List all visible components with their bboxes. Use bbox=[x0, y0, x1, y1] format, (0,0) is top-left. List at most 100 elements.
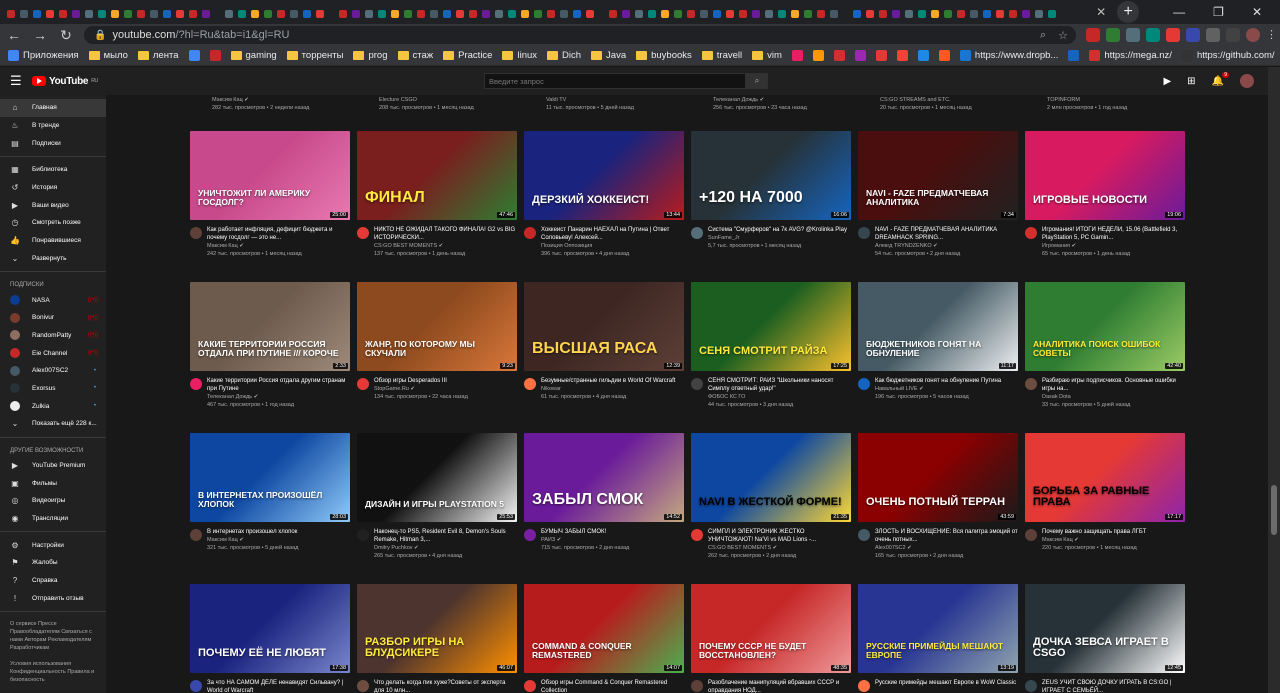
video-thumbnail[interactable]: ЖАНР, ПО КОТОРОМУ МЫ СКУЧАЛИ 9:23 bbox=[357, 282, 517, 371]
channel-avatar[interactable] bbox=[524, 529, 536, 541]
browser-tab[interactable] bbox=[82, 4, 95, 24]
sidebar-item-trending[interactable]: ♨ В тренде bbox=[0, 117, 106, 135]
video-thumbnail[interactable]: РУССКИЕ ПРИМЕЙДЫ МЕШАЮТ ЕВРОПЕ 13:19 bbox=[858, 584, 1018, 673]
subscription-item[interactable]: NASA ((•)) bbox=[0, 291, 106, 309]
extension-icon[interactable] bbox=[1146, 28, 1160, 42]
video-title[interactable]: Русские примейды мешают Европе в WoW Cla… bbox=[875, 679, 1018, 687]
search-input[interactable]: Введите запрос bbox=[484, 73, 746, 89]
sidebar-item-movies[interactable]: ▣ Фильмы bbox=[0, 474, 106, 492]
browser-tab[interactable] bbox=[427, 4, 440, 24]
browser-tab[interactable] bbox=[199, 4, 212, 24]
video-thumbnail[interactable]: АНАЛИТИКА ПОИСК ОШИБОК СОВЕТЫ 42:40 bbox=[1025, 282, 1185, 371]
browser-tab[interactable] bbox=[69, 4, 82, 24]
bookmark-item[interactable] bbox=[812, 50, 824, 61]
browser-tab[interactable] bbox=[980, 4, 993, 24]
sidebar-item-subscriptions[interactable]: ▤ Подписки bbox=[0, 134, 106, 152]
footer-policy-links[interactable]: Условия использования Конфиденциальность… bbox=[0, 656, 106, 688]
channel-name[interactable]: Valdi TV bbox=[546, 96, 634, 104]
video-thumbnail[interactable]: ДОЧКА ЗЕВСА ИГРАЕТ В CSGO 12:45 bbox=[1025, 584, 1185, 673]
video-thumbnail[interactable]: COMMAND & CONQUER REMASTERED 14:07 bbox=[524, 584, 684, 673]
bookmark-item[interactable]: vim bbox=[752, 50, 782, 61]
bookmark-item[interactable]: prog bbox=[353, 50, 388, 61]
browser-tab[interactable] bbox=[583, 4, 596, 24]
extension-icon[interactable] bbox=[1166, 28, 1180, 42]
video-title[interactable]: Обзор игры Command & Conquer Remastered … bbox=[541, 679, 684, 693]
channel-name[interactable]: CS:GO BEST MOMENTS ✔ bbox=[708, 544, 851, 552]
video-thumbnail[interactable]: ФИНАЛ 47:46 bbox=[357, 131, 517, 220]
video-title[interactable]: Разоблачение манипуляций вбравших СССР и… bbox=[708, 679, 851, 693]
channel-avatar[interactable] bbox=[190, 378, 202, 390]
channel-name[interactable]: Игромания ✔ bbox=[1042, 242, 1185, 250]
video-thumbnail[interactable]: ОЧЕНЬ ПОТНЫЙ ТЕРРАН 43:59 bbox=[858, 433, 1018, 522]
show-more-button[interactable]: ⌄ Показать ещё 228 к... bbox=[0, 415, 106, 433]
channel-name[interactable]: TOPINFORM bbox=[1047, 96, 1127, 104]
channel-name[interactable]: CS:GO BEST MOMENTS ✔ bbox=[374, 242, 517, 250]
browser-tab[interactable] bbox=[902, 4, 915, 24]
browser-tab[interactable] bbox=[801, 4, 814, 24]
video-card[interactable]: ДЕРЗКИЙ ХОККЕИСТ! 13:44 Хоккеист Панарин Н… bbox=[524, 131, 684, 258]
video-card[interactable]: ВЫСШАЯ РАСА 12:39 Безумные/странные гильди… bbox=[524, 282, 684, 401]
video-thumbnail[interactable]: ИГРОВЫЕ НОВОСТИ 19:06 bbox=[1025, 131, 1185, 220]
video-thumbnail[interactable]: ПОЧЕМУ ЕЁ НЕ ЛЮБЯТ 17:38 bbox=[190, 584, 350, 673]
bookmark-item[interactable]: gaming bbox=[230, 50, 277, 61]
browser-tab[interactable] bbox=[505, 4, 518, 24]
video-card[interactable]: ИГРОВЫЕ НОВОСТИ 19:06 Игромания! ИТОГИ НЕД… bbox=[1025, 131, 1185, 258]
reload-icon[interactable]: ↻ bbox=[58, 27, 74, 44]
sidebar-item-youtube-premium[interactable]: ▶ YouTube Premium bbox=[0, 457, 106, 475]
video-thumbnail[interactable]: ДИЗАЙН И ИГРЫ PLAYSTATION 5 25:53 bbox=[357, 433, 517, 522]
video-card[interactable]: РАЗБОР ИГРЫ НА БЛУДСИКЕРЕ 46:07 Что делать… bbox=[357, 584, 517, 693]
browser-tab[interactable] bbox=[1019, 4, 1032, 24]
video-title[interactable]: Разбираю игры подписчиков. Основные ошиб… bbox=[1042, 377, 1185, 393]
sidebar-item-feedback[interactable]: ! Отправить отзыв bbox=[0, 590, 106, 608]
browser-tab[interactable] bbox=[1045, 4, 1058, 24]
browser-tab[interactable] bbox=[147, 4, 160, 24]
video-card[interactable]: NAVI - FAZE ПРЕДМАТЧЕВАЯ АНАЛИТИКА 7:34 NA… bbox=[858, 131, 1018, 258]
channel-avatar[interactable] bbox=[524, 680, 536, 692]
browser-tab[interactable] bbox=[723, 4, 736, 24]
browser-tab[interactable] bbox=[336, 4, 349, 24]
back-icon[interactable]: ← bbox=[6, 27, 22, 43]
browser-tab[interactable] bbox=[889, 4, 902, 24]
bookmark-item[interactable] bbox=[209, 50, 221, 61]
close-tab-icon[interactable]: ✕ bbox=[1093, 4, 1109, 20]
bookmark-item[interactable] bbox=[854, 50, 866, 61]
browser-tab[interactable] bbox=[134, 4, 147, 24]
browser-tab[interactable] bbox=[645, 4, 658, 24]
video-thumbnail[interactable]: +120 на 7000 16:06 bbox=[691, 131, 851, 220]
channel-name[interactable]: SunFame_Jr bbox=[708, 234, 851, 242]
video-thumbnail[interactable]: РАЗБОР ИГРЫ НА БЛУДСИКЕРЕ 46:07 bbox=[357, 584, 517, 673]
sidebar-item-gear[interactable]: ⚙ Настройки bbox=[0, 536, 106, 554]
video-card[interactable]: АНАЛИТИКА ПОИСК ОШИБОК СОВЕТЫ 42:40 Разбир… bbox=[1025, 282, 1185, 409]
channel-avatar[interactable] bbox=[524, 378, 536, 390]
video-card[interactable]: NAVI В ЖЕСТКОЙ ФОРМЕ! 21:35 СИМПЛ И ЭЛЕКТР… bbox=[691, 433, 851, 560]
video-thumbnail[interactable]: ДЕРЗКИЙ ХОККЕИСТ! 13:44 bbox=[524, 131, 684, 220]
browser-tab[interactable] bbox=[544, 4, 557, 24]
bookmark-star-icon[interactable]: ☆ bbox=[1058, 29, 1068, 42]
bookmark-item[interactable] bbox=[896, 50, 908, 61]
browser-tab[interactable] bbox=[121, 4, 134, 24]
subscription-item[interactable]: Eie Channel ((•)) bbox=[0, 344, 106, 362]
browser-tab[interactable] bbox=[606, 4, 619, 24]
channel-avatar[interactable] bbox=[691, 529, 703, 541]
channel-avatar[interactable] bbox=[190, 227, 202, 239]
browser-tab[interactable] bbox=[850, 4, 863, 24]
browser-tab[interactable] bbox=[95, 4, 108, 24]
browser-tab[interactable] bbox=[287, 4, 300, 24]
video-title[interactable]: Что делать когда пик хуже?Советы от эксп… bbox=[374, 679, 517, 693]
channel-name[interactable]: Dmitry Puchkov ✔ bbox=[374, 544, 517, 552]
channel-avatar[interactable] bbox=[858, 227, 870, 239]
youtube-logo[interactable]: YouTube RU bbox=[32, 76, 98, 87]
channel-avatar[interactable] bbox=[858, 529, 870, 541]
browser-tab[interactable] bbox=[557, 4, 570, 24]
channel-avatar[interactable] bbox=[691, 680, 703, 692]
browser-tab[interactable] bbox=[375, 4, 388, 24]
browser-tab[interactable] bbox=[313, 4, 326, 24]
video-thumbnail[interactable]: Уничтожит ли Америку госдолг? 25:00 bbox=[190, 131, 350, 220]
browser-tab[interactable] bbox=[222, 4, 235, 24]
bookmark-item[interactable] bbox=[938, 50, 950, 61]
bookmark-item[interactable]: мыло bbox=[88, 50, 128, 61]
browser-tab[interactable] bbox=[479, 4, 492, 24]
scrollbar-thumb[interactable] bbox=[1271, 485, 1277, 535]
bookmark-item[interactable] bbox=[791, 50, 803, 61]
sidebar-item-help[interactable]: ? Справка bbox=[0, 572, 106, 590]
